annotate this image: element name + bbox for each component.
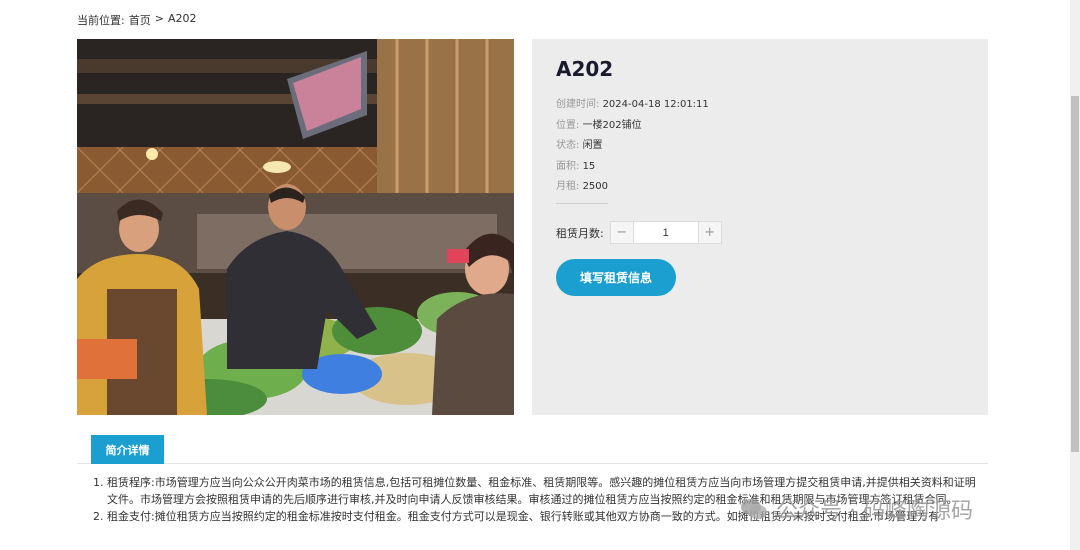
lease-months-row: 租赁月数: − + xyxy=(556,221,722,244)
attr-value: 一楼202铺位 xyxy=(582,119,642,131)
attr-label: 位置: xyxy=(556,119,580,131)
wechat-icon xyxy=(741,499,767,519)
attr-location: 位置: 一楼202铺位 xyxy=(556,116,709,137)
attr-label: 月租: xyxy=(556,181,580,193)
stall-info-panel: A202 创建时间: 2024-04-18 12:01:11 位置: 一楼202… xyxy=(532,39,988,415)
divider xyxy=(556,203,608,204)
watermark-text: 公众号 · 码峰陶源码 xyxy=(776,499,973,524)
attr-created-time: 创建时间: 2024-04-18 12:01:11 xyxy=(556,95,709,116)
stall-title: A202 xyxy=(556,57,614,81)
breadcrumb-current: A202 xyxy=(167,12,197,25)
attr-area: 面积: 15 xyxy=(556,157,709,178)
breadcrumb-home-link[interactable]: 首页 xyxy=(129,12,151,28)
attr-label: 状态: xyxy=(556,140,580,152)
increment-button[interactable]: + xyxy=(697,222,721,243)
decrement-button[interactable]: − xyxy=(610,222,634,243)
stall-photo xyxy=(77,39,514,415)
breadcrumb-prefix: 当前位置: xyxy=(77,14,125,27)
attr-value: 2024-04-18 12:01:11 xyxy=(602,99,709,110)
attr-value: 2500 xyxy=(582,181,609,193)
scrollbar[interactable] xyxy=(1070,0,1080,550)
tab-intro-details[interactable]: 简介详情 xyxy=(91,435,164,464)
watermark: 公众号 · 码峰陶源码 xyxy=(740,493,973,525)
attr-label: 创建时间: xyxy=(556,99,600,110)
attr-value: 15 xyxy=(582,160,596,172)
stall-attributes: 创建时间: 2024-04-18 12:01:11 位置: 一楼202铺位 状态… xyxy=(556,95,709,198)
lease-months-label: 租赁月数: xyxy=(556,226,604,240)
attr-status: 状态: 闲置 xyxy=(556,136,709,157)
attr-value: 闲置 xyxy=(582,140,603,152)
attr-monthly-rent: 月租: 2500 xyxy=(556,177,709,198)
scrollbar-thumb[interactable] xyxy=(1071,96,1079,452)
detail-tabs: 简介详情 xyxy=(77,435,988,464)
breadcrumb-separator: > xyxy=(154,12,164,25)
breadcrumb: 当前位置: 首页 > A202 xyxy=(77,12,196,28)
attr-label: 面积: xyxy=(556,160,580,172)
lease-months-input[interactable] xyxy=(633,222,698,243)
lease-months-stepper: − + xyxy=(609,221,722,244)
fill-lease-info-button[interactable]: 填写租赁信息 xyxy=(556,259,676,296)
